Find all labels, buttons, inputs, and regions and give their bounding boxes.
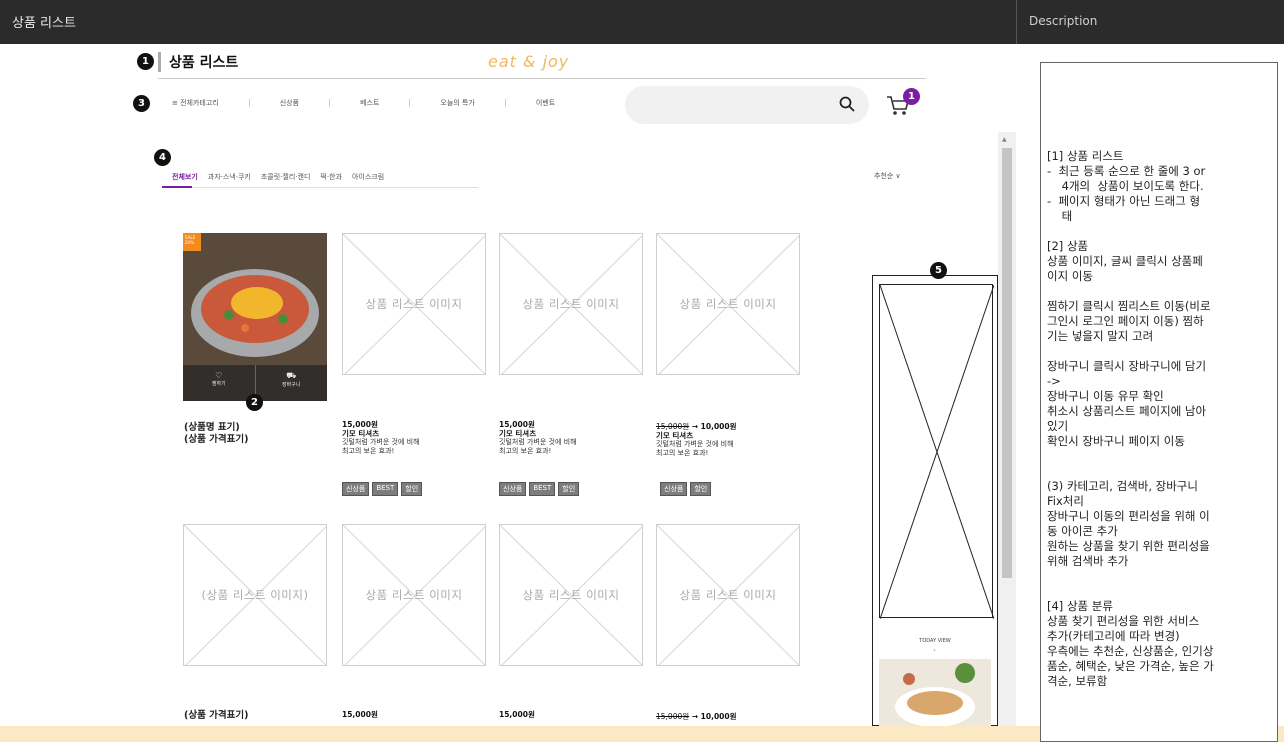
search-icon[interactable] xyxy=(839,96,855,112)
category-tabs: 전체보기 과자·스낵·쿠키 초콜릿·젤리·캔디 떡·한과 아이스크림 xyxy=(172,172,394,182)
annotation-badge-4: 4 xyxy=(154,149,171,166)
nav-today-deal[interactable]: 오늘의 특가 xyxy=(440,98,474,108)
today-view-label: TODAY VIEW xyxy=(919,638,951,644)
window-title: 상품 리스트 xyxy=(0,0,1016,44)
product-info[interactable]: 15,000원 기모 티셔츠 깃털처럼 가벼운 것에 비해 최고의 보온 효과! xyxy=(342,420,420,456)
cart-small-icon: ⛟ xyxy=(286,371,297,380)
main-nav: ≡ 전체카테고리 신상품 베스트 오늘의 특가 이벤트 xyxy=(172,98,555,108)
tag-new: 신상품 xyxy=(342,482,370,496)
product-tags: 신상품 할인 xyxy=(660,482,714,496)
product-info[interactable]: 15,000원 xyxy=(342,710,378,719)
scrollbar[interactable]: ▲ xyxy=(998,132,1016,726)
side-banner: TODAY VIEW • xyxy=(872,275,998,726)
annotation-badge-2: 2 xyxy=(246,394,263,411)
product-info[interactable]: 15,000원 → 10,000원 xyxy=(656,712,737,721)
active-tab-indicator xyxy=(162,186,192,188)
tag-new: 신상품 xyxy=(660,482,688,496)
today-view-image[interactable] xyxy=(879,659,991,726)
tab-rice-cake[interactable]: 떡·한과 xyxy=(320,172,342,182)
brand-logo[interactable]: eat & joy xyxy=(488,52,569,71)
product-tags: 신상품 BEST 할인 xyxy=(342,482,425,496)
page-title: 상품 리스트 xyxy=(158,52,238,72)
tag-new: 신상품 xyxy=(499,482,527,496)
product-info[interactable]: (상품명 표기) (상품 가격표기) xyxy=(184,422,248,446)
product-image-placeholder[interactable]: (상품 리스트 이미지) xyxy=(183,524,327,666)
product-image-placeholder[interactable]: 상품 리스트 이미지 xyxy=(499,233,643,375)
product-image-placeholder[interactable]: 상품 리스트 이미지 xyxy=(342,233,486,375)
product-image-placeholder[interactable]: 상품 리스트 이미지 xyxy=(656,524,800,666)
nav-all-categories[interactable]: ≡ 전체카테고리 xyxy=(172,98,219,108)
banner-image-placeholder[interactable] xyxy=(879,284,995,620)
wishlist-button[interactable]: ♡ 찜하기 xyxy=(183,365,256,401)
sale-price: → 10,000원 xyxy=(691,422,737,431)
tag-best: BEST xyxy=(529,482,556,496)
tag-sale: 할인 xyxy=(690,482,712,496)
description-panel: [1] 상품 리스트 - 최근 등록 순으로 한 줄에 3 or 4개의 상품이… xyxy=(1016,44,1284,742)
tag-sale: 할인 xyxy=(558,482,580,496)
annotation-badge-1: 1 xyxy=(137,53,154,70)
header-divider xyxy=(158,78,926,79)
product-info[interactable]: 15,000원 → 10,000원 기모 티셔츠 깃털처럼 가벼운 것에 비해 … xyxy=(656,422,737,458)
nav-event[interactable]: 이벤트 xyxy=(536,98,555,108)
product-image-placeholder[interactable]: 상품 리스트 이미지 xyxy=(499,524,643,666)
wireframe-canvas: 1 상품 리스트 eat & joy 3 ≡ 전체카테고리 신상품 베스트 오늘… xyxy=(0,44,1016,726)
product-photo[interactable]: SALE 20% ♡ 찜하기 ⛟ 장바구니 xyxy=(183,233,327,401)
description-title: Description xyxy=(1016,0,1284,44)
sale-tag: SALE 20% xyxy=(183,233,201,251)
product-info[interactable]: 15,000원 xyxy=(499,710,535,719)
sort-dropdown[interactable]: 추천순 ∨ xyxy=(874,171,901,181)
tag-best: BEST xyxy=(372,482,399,496)
tab-all[interactable]: 전체보기 xyxy=(172,172,198,182)
annotation-badge-3: 3 xyxy=(133,95,150,112)
scroll-up-icon[interactable]: ▲ xyxy=(1002,136,1007,143)
nav-best[interactable]: 베스트 xyxy=(360,98,379,108)
description-text: [1] 상품 리스트 - 최근 등록 순으로 한 줄에 3 or 4개의 상품이… xyxy=(1040,62,1278,742)
tag-sale: 할인 xyxy=(401,482,423,496)
cart-count-badge: 1 xyxy=(903,88,920,105)
product-tags: 신상품 BEST 할인 xyxy=(499,482,582,496)
product-info[interactable]: (상품 가격표기) xyxy=(184,710,248,722)
sale-price: → 10,000원 xyxy=(691,712,737,721)
tab-chocolate[interactable]: 초콜릿·젤리·캔디 xyxy=(261,172,311,182)
product-image-placeholder[interactable]: 상품 리스트 이미지 xyxy=(342,524,486,666)
heart-icon: ♡ xyxy=(215,371,223,380)
search-bar[interactable] xyxy=(625,86,869,124)
annotation-badge-5: 5 xyxy=(930,262,947,279)
add-to-cart-button[interactable]: ⛟ 장바구니 xyxy=(256,365,328,401)
tab-ice-cream[interactable]: 아이스크림 xyxy=(352,172,384,182)
product-image-placeholder[interactable]: 상품 리스트 이미지 xyxy=(656,233,800,375)
nav-new[interactable]: 신상품 xyxy=(280,98,299,108)
scrollbar-thumb[interactable] xyxy=(1002,148,1012,578)
tab-snacks[interactable]: 과자·스낵·쿠키 xyxy=(208,172,251,182)
original-price: 15,000원 xyxy=(656,712,690,721)
carousel-dot-icon: • xyxy=(933,648,936,654)
original-price: 15,000원 xyxy=(656,422,690,431)
product-info[interactable]: 15,000원 기모 티셔츠 깃털처럼 가벼운 것에 비해 최고의 보온 효과! xyxy=(499,420,577,456)
